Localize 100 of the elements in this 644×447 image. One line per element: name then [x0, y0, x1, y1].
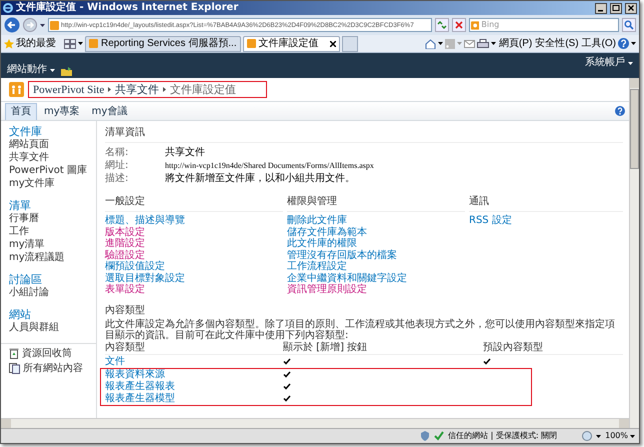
content-type-link[interactable]: 報表資料來源	[105, 368, 165, 380]
search-icon[interactable]	[622, 18, 636, 32]
browser-tab[interactable]: 文件庫設定值	[242, 36, 340, 52]
settings-link[interactable]: 工作流程設定	[287, 261, 465, 272]
settings-link[interactable]: 欄預設值設定	[105, 261, 283, 272]
content-type-link[interactable]: 文件	[105, 356, 125, 368]
close-icon[interactable]	[625, 2, 637, 14]
field-label: 名稱:	[105, 146, 130, 159]
grid-icon[interactable]	[64, 38, 76, 48]
minimize-icon[interactable]	[595, 2, 607, 14]
caret-icon[interactable]	[438, 42, 443, 45]
nav-link[interactable]: 行事曆	[9, 212, 96, 225]
printer-icon[interactable]	[476, 38, 489, 48]
favorites-button[interactable]: 我的最愛	[16, 38, 56, 50]
separator-arrow-icon	[163, 87, 166, 92]
nav-link[interactable]: 人員與群組	[9, 321, 96, 334]
nav-link[interactable]: my流程議題	[9, 251, 96, 264]
nav-link[interactable]: my清單	[9, 238, 96, 251]
section-heading: 內容類型	[105, 304, 146, 316]
browser-logo-icon	[3, 3, 13, 13]
caret-icon[interactable]	[631, 42, 636, 45]
user-menu[interactable]: 系統帳戶	[585, 53, 633, 69]
nav-tab[interactable]: my專案	[39, 103, 85, 120]
nav-tab[interactable]: my會議	[86, 103, 132, 120]
vertical-scrollbar[interactable]	[629, 78, 639, 428]
shield-icon	[420, 431, 430, 441]
breadcrumb-link[interactable]: PowerPivot Site	[33, 84, 104, 96]
back-icon[interactable]	[4, 17, 20, 33]
site-favicon	[246, 39, 256, 48]
caret-icon[interactable]	[50, 68, 55, 72]
content-type-link[interactable]: 報表產生器報表	[105, 380, 175, 392]
caret-icon[interactable]	[596, 434, 602, 438]
window-title: 文件庫設定值 - Windows Internet Explorer	[16, 2, 238, 14]
content-type-link[interactable]: 報表產生器模型	[105, 392, 175, 404]
settings-link[interactable]: 標題、描述與導覽	[105, 215, 283, 226]
section-heading-link[interactable]: 網站	[9, 308, 96, 321]
section-heading: 一般設定	[105, 196, 283, 212]
nav-link[interactable]: 小組討論	[9, 286, 96, 299]
caret-icon[interactable]	[628, 62, 633, 64]
settings-link[interactable]: 儲存文件庫為範本	[287, 226, 465, 238]
horizontal-scrollbar[interactable]	[1, 418, 629, 428]
settings-link[interactable]: 刪除此文件庫	[287, 215, 465, 226]
nav-link[interactable]: my文件庫	[9, 177, 96, 190]
refresh-icon[interactable]	[435, 18, 449, 32]
search-input[interactable]: Bing	[481, 20, 617, 30]
settings-link[interactable]: 此文件庫的權限	[287, 238, 465, 250]
browser-tab[interactable]: Reporting Services 伺服器預...	[85, 36, 241, 52]
search-field[interactable]: Bing	[469, 18, 619, 32]
breadcrumb-link[interactable]: 共享文件	[115, 84, 160, 96]
caret-icon[interactable]	[40, 24, 45, 26]
globe-icon[interactable]	[582, 431, 592, 441]
nav-tab[interactable]: 首頁	[5, 103, 37, 120]
settings-link[interactable]: 管理沒有存回版本的檔案	[287, 250, 465, 261]
zoom-control[interactable]: 100%	[605, 431, 635, 441]
section-heading: 清單資訊	[105, 127, 623, 143]
column-header: 顯示於 [新增] 按鈕	[283, 342, 368, 354]
nav-link[interactable]: 資源回收筒	[22, 347, 72, 360]
help-icon[interactable]	[615, 106, 625, 116]
maximize-icon[interactable]	[610, 2, 622, 14]
section-heading: 權限與管理	[287, 196, 465, 212]
site-favicon	[89, 39, 98, 48]
pages-icon	[9, 363, 20, 374]
settings-link[interactable]: 資訊管理原則設定	[287, 284, 465, 296]
recycle-bin-icon	[9, 348, 19, 359]
nav-link[interactable]: 網站頁面	[9, 138, 96, 151]
settings-link[interactable]: RSS 設定	[469, 215, 623, 226]
field-label: 描述:	[105, 172, 130, 185]
section-heading-link[interactable]: 討論區	[9, 273, 96, 286]
section-heading-link[interactable]: 清單	[9, 199, 96, 212]
nav-link[interactable]: 工作	[9, 225, 96, 238]
site-actions-menu[interactable]: 網站動作	[7, 64, 55, 76]
nav-link[interactable]: 共享文件	[9, 151, 96, 164]
settings-link[interactable]: 版本設定	[105, 226, 283, 238]
field-label: 網址:	[105, 159, 130, 172]
close-icon[interactable]	[330, 40, 336, 46]
caret-icon[interactable]	[630, 434, 635, 438]
site-logo-icon	[9, 82, 24, 97]
field-value: 將文件新增至文件庫，以和小組共用文件。	[165, 172, 355, 185]
section-heading-link[interactable]: 文件庫	[9, 125, 96, 138]
settings-link[interactable]: 進階設定	[105, 238, 283, 250]
caret-icon[interactable]	[490, 42, 496, 45]
nav-link[interactable]: 所有網站內容	[23, 362, 83, 375]
column-header: 預設內容類型	[483, 342, 544, 354]
stop-icon[interactable]	[452, 18, 466, 32]
content-types-description: 此文件庫設定為允許多個內容類型。除了項目的原則、工作流程或其他表現方式之外，您可以使用內容類型來指定項目顯示的資訊。目前可在此文件庫中使用下列內容類型:	[105, 318, 616, 340]
command-menu[interactable]: 工具(O)	[582, 38, 616, 50]
caret-icon[interactable]	[78, 42, 83, 45]
settings-link[interactable]: 驗證設定	[105, 250, 283, 261]
nav-link[interactable]: PowerPivot 圖庫	[9, 164, 96, 177]
folder-icon[interactable]	[61, 67, 72, 76]
field-value: http://win-vcp1c19n4de/Shared Documents/Forms/AllItems.aspx	[165, 160, 374, 172]
command-menu[interactable]: 安全性(S)	[535, 38, 579, 50]
home-icon[interactable]	[424, 38, 436, 48]
settings-link[interactable]: 企業中繼資料和關鍵字設定	[287, 272, 465, 284]
field-value: 共享文件	[165, 146, 205, 159]
help-icon[interactable]	[618, 38, 629, 49]
settings-link[interactable]: 選取目標對象設定	[105, 272, 283, 284]
command-menu[interactable]: 網頁(P)	[498, 38, 532, 50]
column-header: 內容類型	[105, 342, 146, 354]
settings-link[interactable]: 表單設定	[105, 284, 283, 296]
